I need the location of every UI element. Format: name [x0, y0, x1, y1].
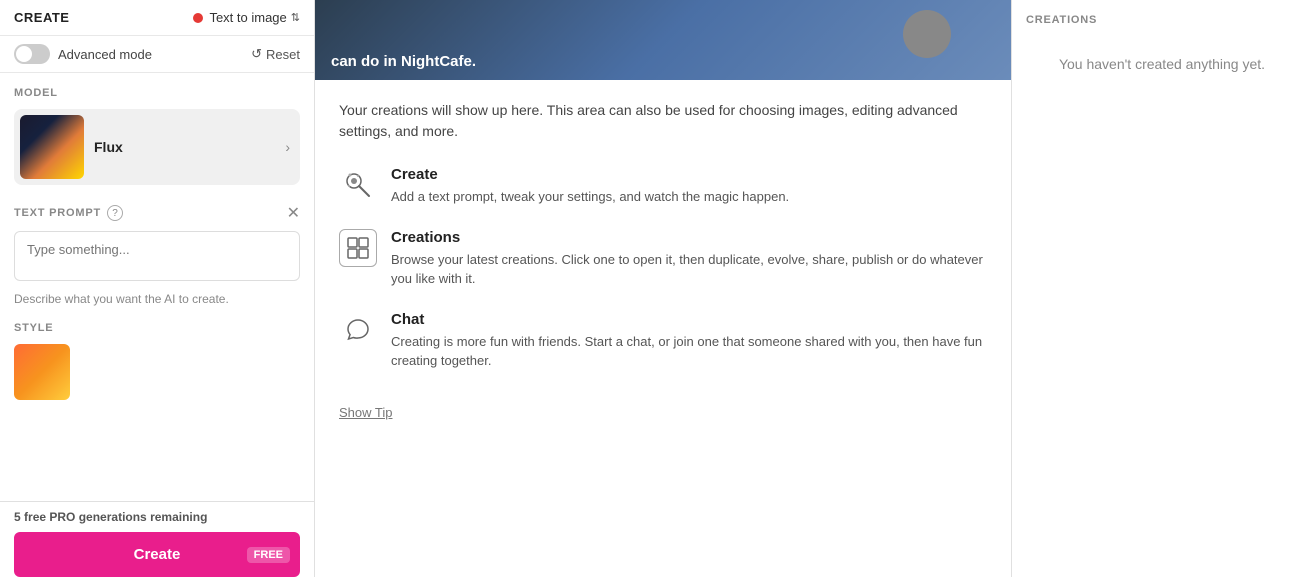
feature-creations-text: Creations Browse your latest creations. …	[391, 229, 987, 289]
create-feature-icon	[339, 166, 377, 204]
show-tip-button[interactable]: Show Tip	[339, 397, 392, 428]
style-thumbnail[interactable]	[14, 344, 70, 400]
free-gen-count: 5	[14, 510, 21, 524]
notification-dot	[193, 13, 203, 23]
reset-icon: ↺	[251, 46, 262, 62]
hero-text: can do in NightCafe.	[331, 53, 476, 70]
left-panel: CREATE Text to image ⇅ Advanced mode ↺ R…	[0, 0, 315, 577]
middle-panel: can do in NightCafe. Your creations will…	[315, 0, 1012, 577]
feature-item-chat: Chat Creating is more fun with friends. …	[339, 311, 987, 371]
free-badge: FREE	[247, 547, 290, 563]
creations-feature-icon	[339, 229, 377, 267]
reset-button[interactable]: ↺ Reset	[251, 46, 300, 62]
reset-label: Reset	[266, 47, 300, 62]
toggle-wrap: Advanced mode	[14, 44, 152, 64]
create-button-label: Create	[134, 546, 181, 563]
feature-create-desc: Add a text prompt, tweak your settings, …	[391, 187, 789, 207]
model-name: Flux	[84, 139, 285, 155]
hero-image: can do in NightCafe.	[315, 0, 1011, 80]
header-right: Text to image ⇅	[193, 10, 300, 25]
feature-chat-title: Chat	[391, 311, 987, 328]
feature-creations-title: Creations	[391, 229, 987, 246]
help-icon[interactable]: ?	[107, 205, 123, 221]
advanced-mode-toggle[interactable]	[14, 44, 50, 64]
close-icon[interactable]: ✕	[287, 203, 300, 223]
style-section: STYLE	[14, 322, 300, 400]
no-creations-text: You haven't created anything yet.	[1026, 56, 1298, 72]
style-section-label: STYLE	[14, 322, 300, 334]
chevron-updown-icon: ⇅	[291, 11, 300, 24]
prompt-hint: Describe what you want the AI to create.	[14, 292, 300, 306]
style-thumb-row	[14, 344, 300, 400]
feature-chat-text: Chat Creating is more fun with friends. …	[391, 311, 987, 371]
free-gen-remaining-label: free PRO generations remaining	[24, 510, 207, 524]
mode-selector[interactable]: Text to image ⇅	[209, 10, 300, 25]
advanced-mode-label: Advanced mode	[58, 47, 152, 62]
chat-feature-icon	[339, 311, 377, 349]
middle-content: Your creations will show up here. This a…	[315, 80, 1011, 448]
left-controls: Advanced mode ↺ Reset	[0, 36, 314, 73]
model-section-label: MODEL	[14, 87, 300, 99]
text-prompt-header: TEXT PROMPT ? ✕	[14, 203, 300, 223]
feature-create-title: Create	[391, 166, 789, 183]
model-card[interactable]: Flux ›	[14, 109, 300, 185]
feature-item-creations: Creations Browse your latest creations. …	[339, 229, 987, 289]
middle-description: Your creations will show up here. This a…	[339, 100, 987, 142]
model-chevron-icon: ›	[285, 139, 290, 155]
feature-item-create: Create Add a text prompt, tweak your set…	[339, 166, 987, 207]
create-title: CREATE	[14, 10, 69, 25]
right-panel: CREATIONS You haven't created anything y…	[1012, 0, 1312, 577]
creations-section-label: CREATIONS	[1026, 14, 1298, 26]
left-header: CREATE Text to image ⇅	[0, 0, 314, 36]
text-prompt-label-group: TEXT PROMPT ?	[14, 205, 123, 221]
left-scrollable: MODEL Flux › TEXT PROMPT ? ✕ Describe wh…	[0, 73, 314, 501]
feature-chat-desc: Creating is more fun with friends. Start…	[391, 332, 987, 371]
toggle-knob	[16, 46, 32, 62]
mode-selector-label: Text to image	[209, 10, 286, 25]
hero-avatar	[903, 10, 951, 58]
model-thumbnail	[20, 115, 84, 179]
feature-creations-desc: Browse your latest creations. Click one …	[391, 250, 987, 289]
left-bottom: 5 free PRO generations remaining Create …	[0, 501, 314, 577]
text-prompt-section-label: TEXT PROMPT	[14, 207, 101, 219]
create-button[interactable]: Create FREE	[14, 532, 300, 577]
text-prompt-input[interactable]	[14, 231, 300, 281]
free-gen-text: 5 free PRO generations remaining	[14, 510, 300, 532]
feature-create-text: Create Add a text prompt, tweak your set…	[391, 166, 789, 207]
